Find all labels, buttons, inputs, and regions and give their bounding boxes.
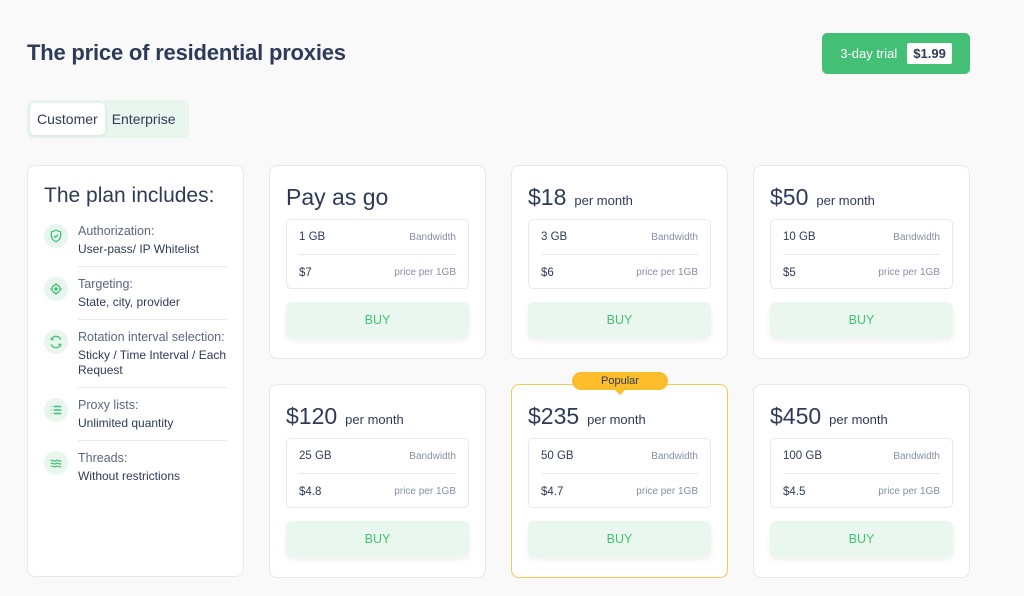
plan-period: per month — [829, 412, 888, 427]
trial-button[interactable]: 3-day trial $1.99 — [822, 33, 970, 74]
plan-details: 10 GB Bandwidth $5 price per 1GB — [770, 219, 953, 289]
feature-label: Authorization: — [78, 224, 155, 238]
plan-includes-card: The plan includes: Authorization: User-p… — [27, 165, 244, 577]
tab-enterprise[interactable]: Enterprise — [105, 103, 183, 135]
plan-period: per month — [587, 412, 646, 427]
buy-button[interactable]: BUY — [286, 302, 469, 338]
feature-targeting: Targeting: State, city, provider — [44, 267, 227, 320]
feature-value: User-pass/ IP Whitelist — [78, 242, 200, 256]
per-gb-value: $4.7 — [541, 485, 564, 498]
plan-card-pay-as-go: Pay as go 1 GB Bandwidth $7 price per 1GB … — [269, 165, 486, 359]
per-gb-label: price per 1GB — [878, 486, 940, 497]
per-gb-value: $6 — [541, 266, 554, 279]
plan-card-450: $450 per month 100 GB Bandwidth $4.5 price… — [753, 384, 970, 578]
per-gb-label: price per 1GB — [636, 267, 698, 278]
plan-card-50: $50 per month 10 GB Bandwidth $5 price per… — [753, 165, 970, 359]
bandwidth-label: Bandwidth — [409, 450, 456, 462]
plan-price: Pay as go — [286, 184, 389, 210]
feature-threads: Threads: Without restrictions — [44, 441, 227, 493]
plan-includes-title: The plan includes: — [44, 184, 215, 207]
bandwidth-label: Bandwidth — [893, 450, 940, 462]
feature-label: Proxy lists: — [78, 398, 139, 412]
plan-details: 25 GB Bandwidth $4.8 price per 1GB — [286, 438, 469, 508]
trial-price-badge: $1.99 — [907, 43, 952, 64]
plan-details: 1 GB Bandwidth $7 price per 1GB — [286, 219, 469, 289]
feature-proxy-lists: Proxy lists: Unlimited quantity — [44, 388, 227, 441]
per-gb-value: $4.5 — [783, 485, 806, 498]
plan-card-120: $120 per month 25 GB Bandwidth $4.8 price … — [269, 384, 486, 578]
trial-label: 3-day trial — [840, 46, 898, 61]
plan-details: 100 GB Bandwidth $4.5 price per 1GB — [770, 438, 953, 508]
plan-period: per month — [816, 193, 875, 208]
per-gb-label: price per 1GB — [878, 267, 940, 278]
bandwidth-value: 25 GB — [299, 450, 332, 462]
list-icon — [44, 398, 68, 422]
bandwidth-value: 3 GB — [541, 231, 568, 243]
per-gb-value: $4.8 — [299, 485, 322, 498]
page-title: The price of residential proxies — [27, 40, 346, 65]
waves-icon — [44, 451, 68, 475]
per-gb-label: price per 1GB — [636, 486, 698, 497]
buy-button[interactable]: BUY — [770, 521, 953, 557]
customer-type-tabs: Customer Enterprise — [27, 100, 189, 138]
feature-value: Unlimited quantity — [78, 416, 174, 430]
plan-price: $450 — [770, 403, 822, 429]
popular-badge: Popular — [572, 372, 668, 395]
bandwidth-label: Bandwidth — [893, 231, 940, 243]
plan-card-235-popular: Popular $235 per month 50 GB Bandwidth $4… — [511, 372, 728, 578]
feature-value: Sticky / Time Interval / Each Request — [78, 348, 227, 377]
shield-check-icon — [44, 224, 68, 248]
plan-price: $120 — [286, 403, 338, 429]
per-gb-label: price per 1GB — [394, 267, 456, 278]
plan-details: 3 GB Bandwidth $6 price per 1GB — [528, 219, 711, 289]
per-gb-value: $7 — [299, 266, 312, 279]
bandwidth-value: 50 GB — [541, 450, 574, 462]
feature-authorization: Authorization: User-pass/ IP Whitelist — [44, 214, 227, 267]
bandwidth-value: 100 GB — [783, 450, 822, 462]
feature-label: Threads: — [78, 451, 128, 465]
buy-button[interactable]: BUY — [528, 521, 711, 557]
plan-period: per month — [574, 193, 633, 208]
plan-price: $18 — [528, 184, 567, 210]
bandwidth-label: Bandwidth — [651, 450, 698, 462]
buy-button[interactable]: BUY — [286, 521, 469, 557]
bandwidth-value: 1 GB — [299, 231, 326, 243]
plan-details: 50 GB Bandwidth $4.7 price per 1GB — [528, 438, 711, 508]
bandwidth-label: Bandwidth — [651, 231, 698, 243]
feature-rotation: Rotation interval selection: Sticky / Ti… — [44, 320, 227, 388]
feature-value: Without restrictions — [78, 469, 181, 483]
plan-price: $235 — [528, 403, 580, 429]
feature-label: Rotation interval selection: — [78, 330, 225, 344]
feature-label: Targeting: — [78, 277, 133, 291]
bandwidth-label: Bandwidth — [409, 231, 456, 243]
refresh-icon — [44, 330, 68, 354]
per-gb-value: $5 — [783, 266, 796, 279]
plan-period: per month — [345, 412, 404, 427]
feature-value: State, city, provider — [78, 295, 180, 309]
buy-button[interactable]: BUY — [528, 302, 711, 338]
buy-button[interactable]: BUY — [770, 302, 953, 338]
per-gb-label: price per 1GB — [394, 486, 456, 497]
bandwidth-value: 10 GB — [783, 231, 816, 243]
tab-customer[interactable]: Customer — [30, 103, 105, 135]
plan-price: $50 — [770, 184, 809, 210]
plan-card-18: $18 per month 3 GB Bandwidth $6 price per … — [511, 165, 728, 359]
crosshair-icon — [44, 277, 68, 301]
